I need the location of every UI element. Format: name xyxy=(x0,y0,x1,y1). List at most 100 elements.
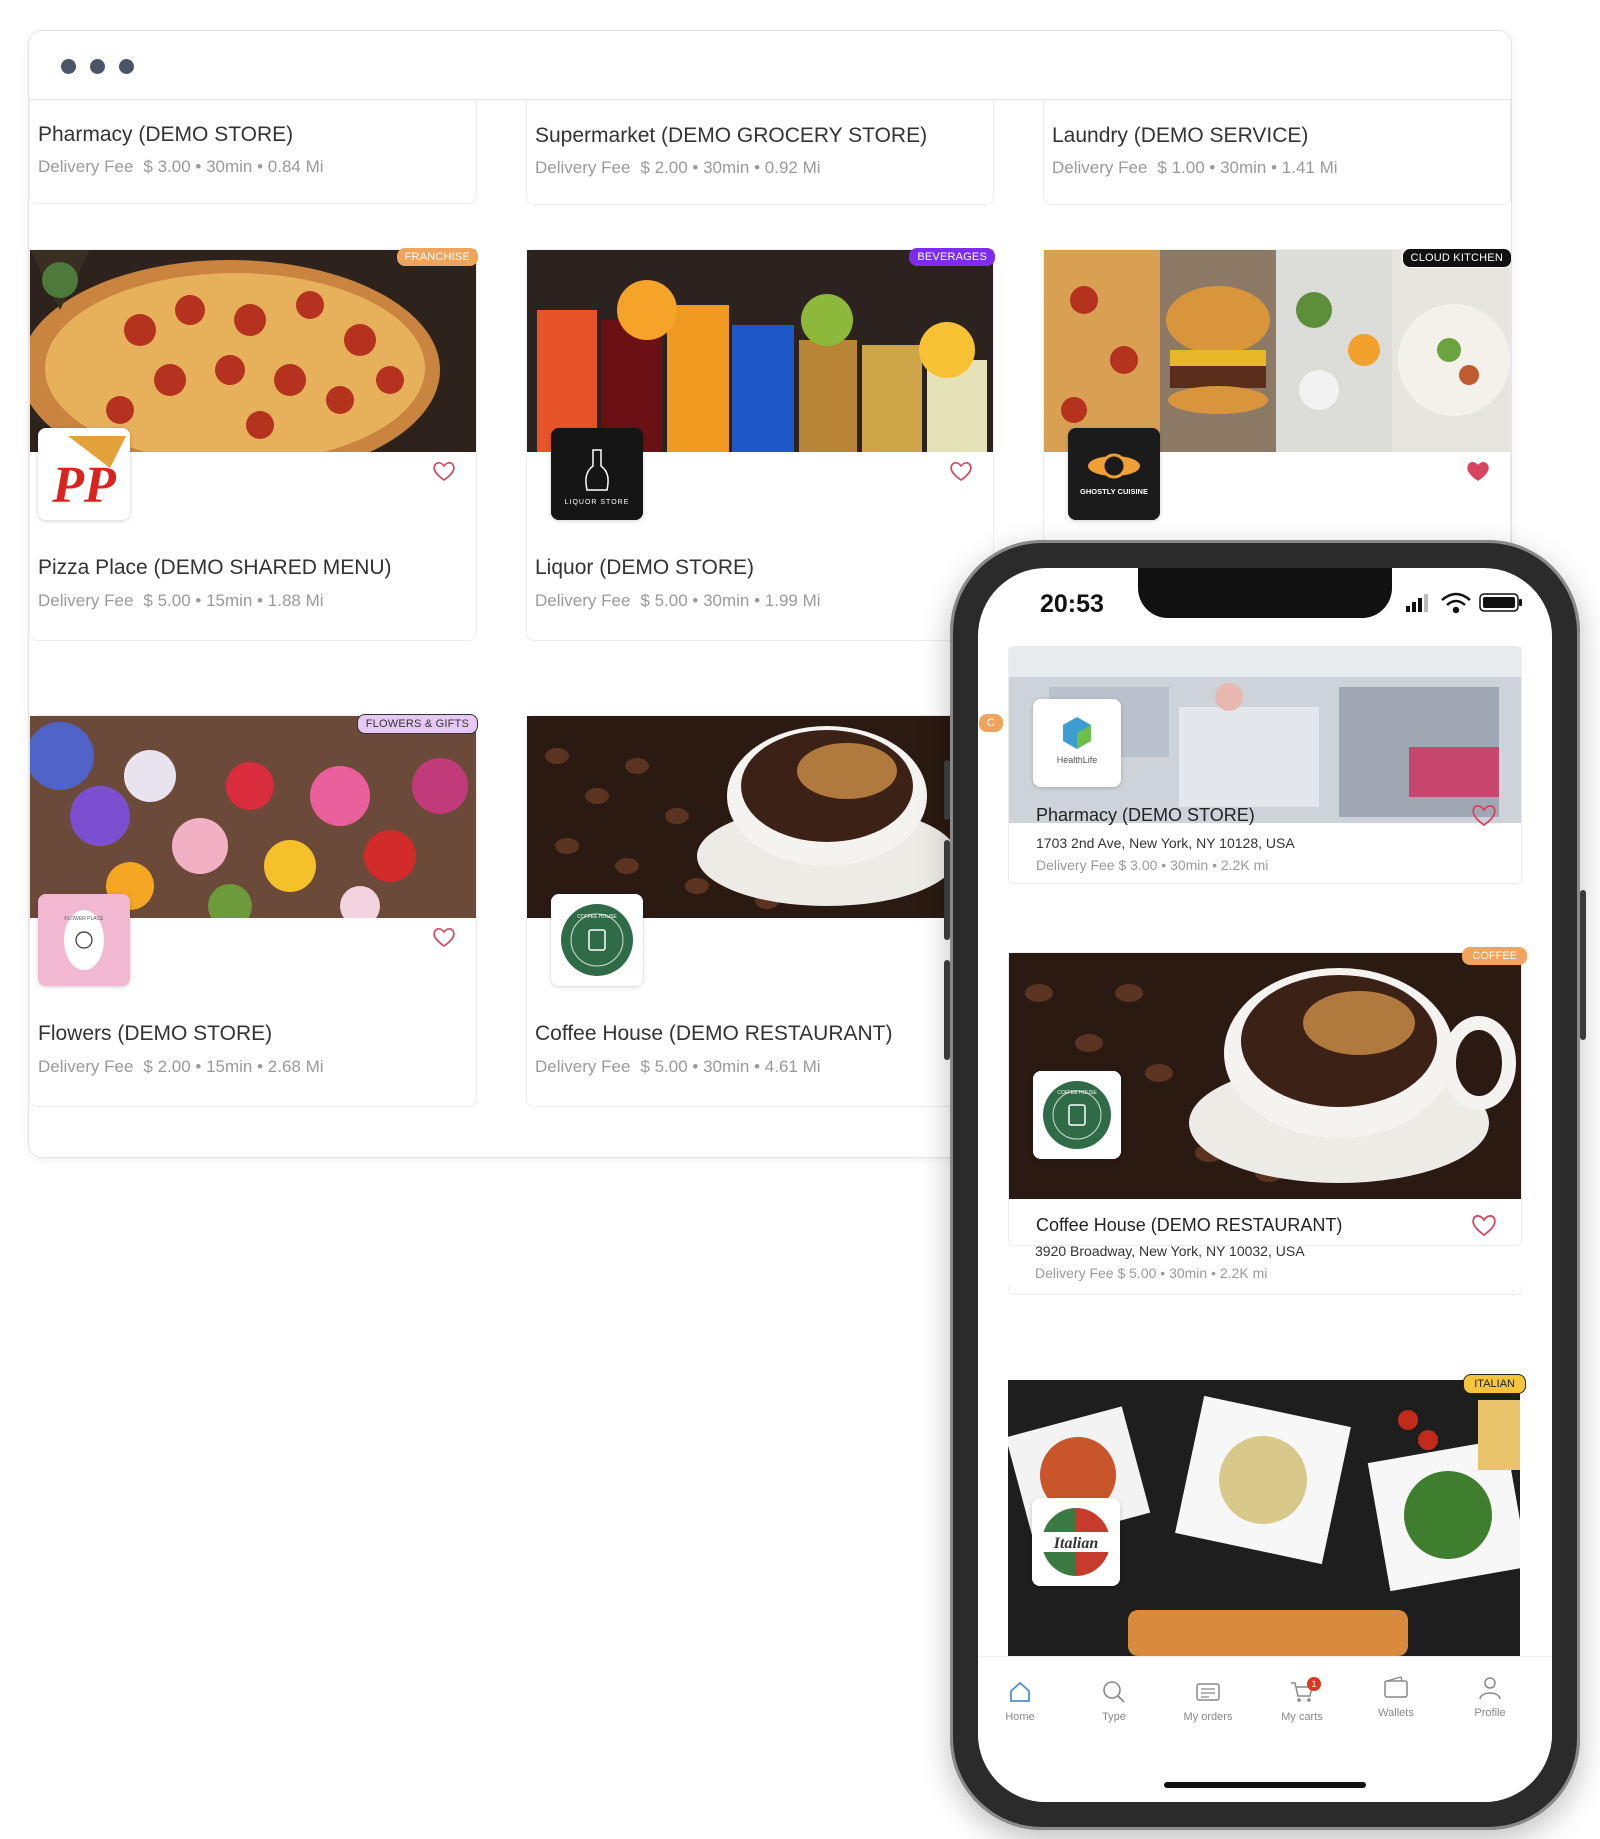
delivery-fee-label: Delivery Fee xyxy=(535,591,631,610)
store-logo: PP xyxy=(38,428,130,520)
tab-profile[interactable]: Profile xyxy=(1450,1675,1530,1719)
store-logo-text: LIQUOR STORE xyxy=(565,499,630,506)
store-card-pharmacy[interactable]: HealthLife Pharmacy (DEMO STORE) 1703 2n… xyxy=(1008,646,1522,884)
delivery-fee-label: Delivery Fee xyxy=(38,1057,134,1076)
delivery-fee-label: Delivery Fee xyxy=(1052,158,1148,177)
store-name: Liquor (DEMO STORE) xyxy=(535,556,754,579)
tab-my-orders[interactable]: My orders xyxy=(1168,1679,1248,1723)
store-delivery-info: Delivery Fee $ 2.00 • 30min • 0.92 Mi xyxy=(535,158,821,178)
store-logo-text: COFFEE HOUSE xyxy=(577,914,617,920)
store-card-italian[interactable]: ITALIAN Italian xyxy=(1008,1374,1526,1656)
battery-icon xyxy=(1479,593,1522,612)
favorite-heart-icon[interactable] xyxy=(1471,803,1497,827)
cart-count-badge: 1 xyxy=(1307,1677,1321,1691)
phone-screen: 20:53 HealthLife Pharmacy (DEMO STORE) 1… xyxy=(978,568,1552,1802)
category-badge: FRANCHISE xyxy=(396,248,478,266)
favorite-heart-icon[interactable] xyxy=(1466,460,1490,482)
delivery-fee-label: Delivery Fee xyxy=(535,158,631,177)
window-zoom-dot[interactable] xyxy=(119,59,134,74)
store-name: Pizza Place (DEMO SHARED MENU) xyxy=(38,556,392,579)
store-card-coffee[interactable]: COFFEE COFFEE HOUSE Coffee House (DEMO R… xyxy=(1008,947,1527,1246)
store-delivery-info: Delivery Fee $ 3.00 • 30min • 0.84 Mi xyxy=(38,157,324,177)
store-banner-image xyxy=(30,716,476,918)
store-logo: HealthLife xyxy=(1033,699,1121,787)
store-banner-image xyxy=(527,716,993,918)
store-card-pizza[interactable]: FRANCHISE PP Pizza Place (DEMO SHARED ME… xyxy=(29,248,478,641)
store-address: 3920 Broadway, New York, NY 10032, USA xyxy=(1035,1243,1305,1259)
status-bar-time: 20:53 xyxy=(1040,590,1104,618)
phone-notch xyxy=(1138,568,1392,618)
favorite-heart-icon[interactable] xyxy=(432,926,456,948)
store-delivery-info: Delivery Fee $ 5.00 • 15min • 1.88 Mi xyxy=(38,591,324,611)
wallet-icon xyxy=(1384,1676,1408,1698)
category-badge: FLOWERS & GIFTS xyxy=(356,714,478,734)
store-name: Coffee House (DEMO RESTAURANT) xyxy=(535,1022,893,1045)
store-banner-image xyxy=(1044,250,1510,452)
store-delivery-info: Delivery Fee $ 5.00 • 30min • 2.2K mi xyxy=(1035,1265,1268,1281)
search-icon xyxy=(1103,1681,1125,1703)
card-bottom-border xyxy=(1008,1286,1522,1295)
window-close-dot[interactable] xyxy=(61,59,76,74)
store-logo-text: PP xyxy=(51,457,117,514)
store-name: Coffee House (DEMO RESTAURANT) xyxy=(1036,1215,1343,1235)
store-logo: COFFEE HOUSE xyxy=(1033,1071,1121,1159)
store-logo-text: FLOWER PLACE xyxy=(64,916,104,922)
store-delivery-info: Delivery Fee $ 1.00 • 30min • 1.41 Mi xyxy=(1052,158,1338,178)
store-logo-text: COFFEE HOUSE xyxy=(1057,1090,1097,1096)
tab-home[interactable]: Home xyxy=(980,1679,1060,1723)
category-badge: COFFEE xyxy=(1462,947,1527,965)
store-banner-image xyxy=(30,250,476,452)
tab-label: My carts xyxy=(1281,1711,1323,1723)
delivery-fee-label: Delivery Fee xyxy=(38,591,134,610)
store-logo: COFFEE HOUSE xyxy=(551,894,643,986)
store-logo-text: GHOSTLY CUISINE xyxy=(1080,487,1148,496)
category-badge: C xyxy=(978,714,1003,732)
delivery-details: $ 2.00 • 15min • 2.68 Mi xyxy=(143,1057,324,1076)
store-name: Pharmacy (DEMO STORE) xyxy=(1036,805,1255,825)
phone-volume-button xyxy=(944,840,950,940)
tab-wallets[interactable]: Wallets xyxy=(1356,1675,1436,1719)
store-logo: Italian xyxy=(1032,1498,1120,1586)
store-card-coffee[interactable]: C COFFEE HOUSE Coffee House (DEMO RESTAU… xyxy=(526,714,1003,1107)
favorite-heart-icon[interactable] xyxy=(432,460,456,482)
store-card-flowers[interactable]: FLOWERS & GIFTS FLOWER PLACE Flowers (DE… xyxy=(29,714,478,1107)
browser-title-bar xyxy=(29,31,1511,100)
store-banner-image xyxy=(527,250,993,452)
delivery-details: $ 5.00 • 30min • 4.61 Mi xyxy=(640,1057,821,1076)
delivery-details: $ 3.00 • 30min • 0.84 Mi xyxy=(143,157,324,176)
signal-icon xyxy=(1406,594,1428,612)
phone-mockup: 20:53 HealthLife Pharmacy (DEMO STORE) 1… xyxy=(944,540,1586,1830)
store-logo: LIQUOR STORE xyxy=(551,428,643,520)
delivery-details: $ 5.00 • 15min • 1.88 Mi xyxy=(143,591,324,610)
favorite-heart-icon[interactable] xyxy=(949,460,973,482)
delivery-details: $ 5.00 • 30min • 1.99 Mi xyxy=(640,591,821,610)
status-bar-icons xyxy=(1406,592,1522,614)
tab-type[interactable]: Type xyxy=(1074,1679,1154,1723)
delivery-fee-label: Delivery Fee xyxy=(535,1057,631,1076)
store-name: Laundry (DEMO SERVICE) xyxy=(1052,124,1309,147)
store-logo-text: HealthLife xyxy=(1057,755,1098,765)
tab-label: My orders xyxy=(1183,1711,1233,1723)
tab-my-carts[interactable]: 1 My carts xyxy=(1262,1677,1342,1723)
home-indicator[interactable] xyxy=(1164,1782,1366,1788)
store-delivery-info: Delivery Fee $ 3.00 • 30min • 2.2K mi xyxy=(1036,857,1269,873)
phone-power-button xyxy=(1580,890,1586,1040)
tab-label: Home xyxy=(1005,1711,1035,1723)
store-name: Pharmacy (DEMO STORE) xyxy=(38,123,294,146)
phone-volume-button xyxy=(944,760,950,820)
tab-label: Profile xyxy=(1474,1707,1506,1719)
tab-label: Wallets xyxy=(1378,1707,1414,1719)
store-logo: GHOSTLY CUISINE xyxy=(1068,428,1160,520)
delivery-details: $ 2.00 • 30min • 0.92 Mi xyxy=(640,158,821,177)
delivery-details: $ 1.00 • 30min • 1.41 Mi xyxy=(1157,158,1338,177)
store-address: 1703 2nd Ave, New York, NY 10128, USA xyxy=(1036,835,1295,851)
category-badge: BEVERAGES xyxy=(909,248,995,266)
favorite-heart-icon[interactable] xyxy=(1471,1213,1497,1237)
tab-label: Type xyxy=(1102,1711,1126,1723)
store-name: Supermarket (DEMO GROCERY STORE) xyxy=(535,124,928,147)
home-icon xyxy=(1010,1681,1030,1702)
store-logo: FLOWER PLACE xyxy=(38,894,130,986)
window-minimize-dot[interactable] xyxy=(90,59,105,74)
store-card-liquor[interactable]: BEVERAGES LIQUOR STORE Liquor (DEMO STOR… xyxy=(526,248,995,641)
store-delivery-info: Delivery Fee $ 5.00 • 30min • 4.61 Mi xyxy=(535,1057,821,1077)
